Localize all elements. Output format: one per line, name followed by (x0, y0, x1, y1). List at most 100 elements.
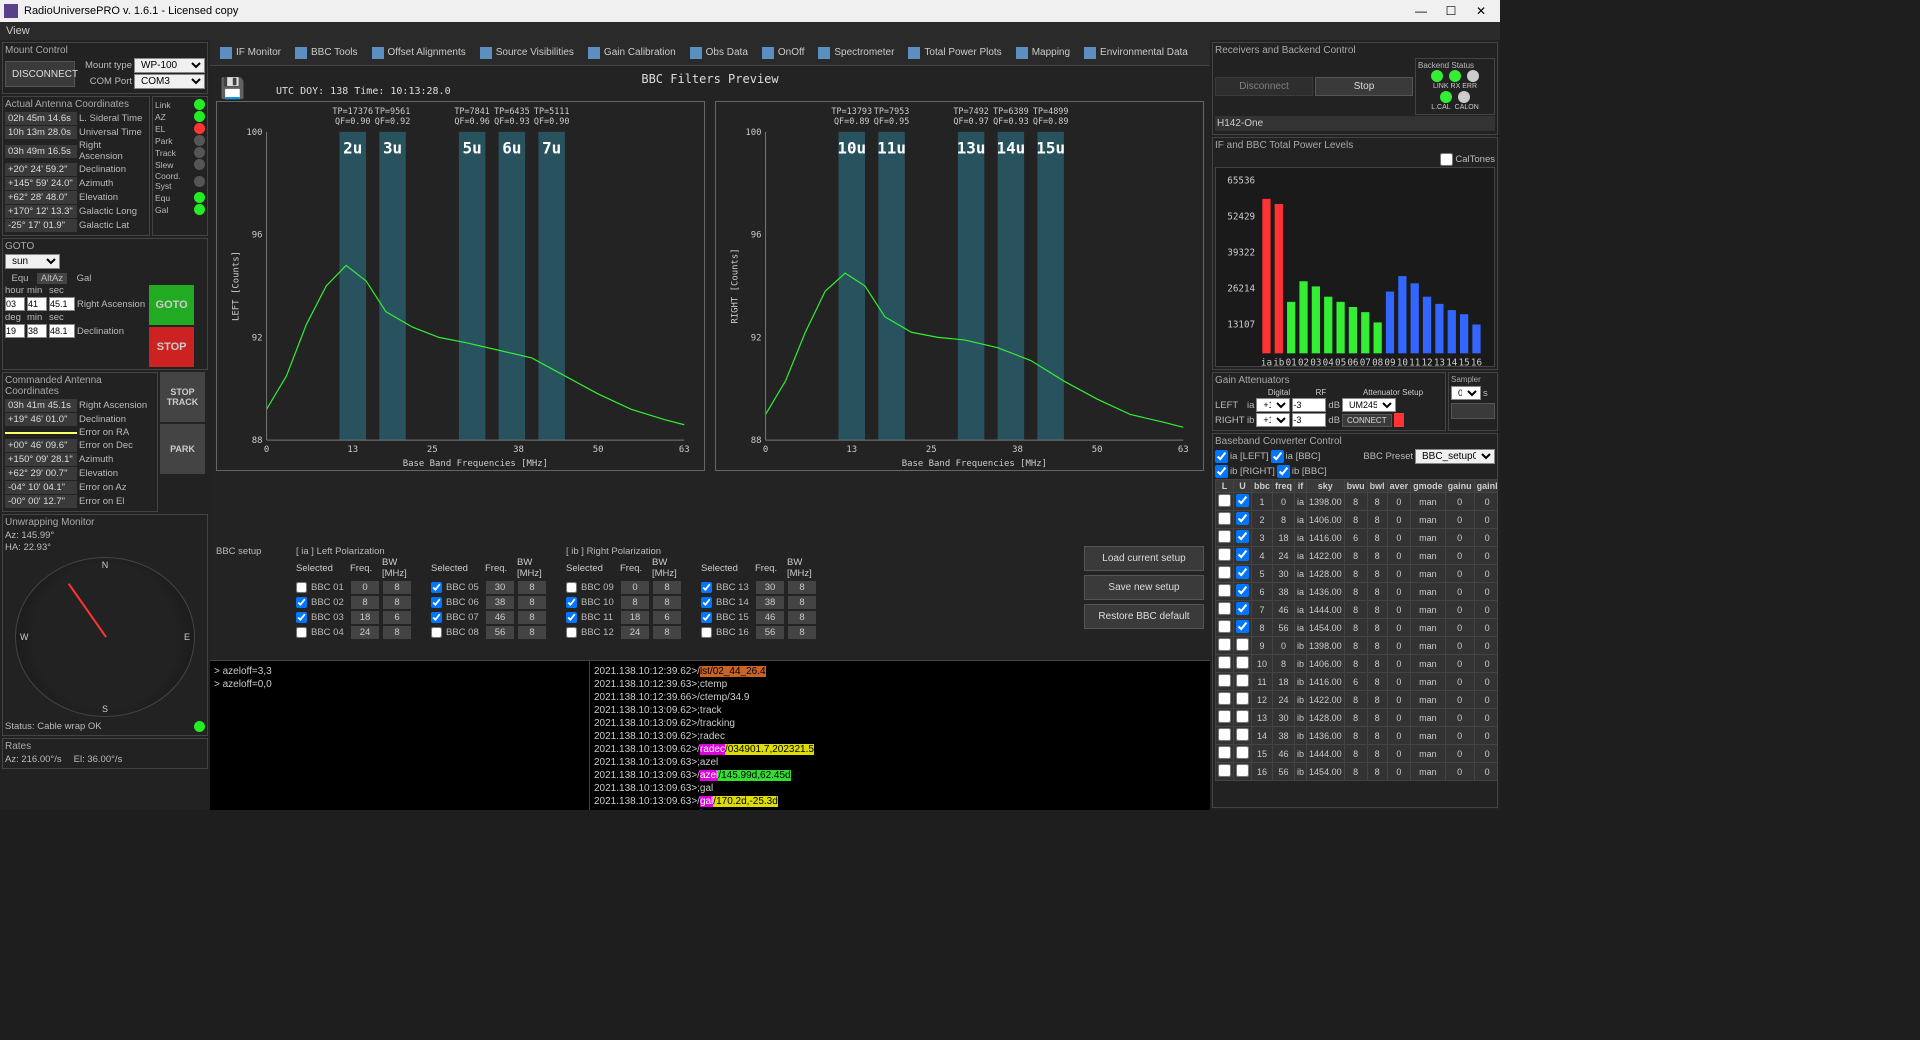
row-u-check[interactable] (1236, 710, 1249, 723)
row-u-check[interactable] (1236, 494, 1249, 507)
bbc-check-BBC 16[interactable] (701, 627, 712, 638)
row-u-check[interactable] (1236, 746, 1249, 759)
row-u-check[interactable] (1236, 512, 1249, 525)
bbc-check-BBC 07[interactable] (431, 612, 442, 623)
bbc-check-BBC 08[interactable] (431, 627, 442, 638)
bbc-check-BBC 02[interactable] (296, 597, 307, 608)
attenuator-select[interactable]: UM245R (1342, 398, 1396, 412)
com-port-select[interactable]: COM3 (134, 74, 205, 89)
save-icon[interactable]: 💾 (220, 76, 245, 101)
stop-button[interactable]: STOP (149, 327, 194, 367)
park-button[interactable]: PARK (160, 424, 205, 474)
tab-equ[interactable]: Equ (5, 273, 35, 284)
row-u-check[interactable] (1236, 602, 1249, 615)
minimize-button[interactable]: — (1406, 4, 1436, 18)
toolbar-obs-data[interactable]: Obs Data (684, 44, 754, 62)
row-l-check[interactable] (1218, 494, 1231, 507)
toolbar-bbc-tools[interactable]: BBC Tools (289, 44, 364, 62)
toolbar-total-power-plots[interactable]: Total Power Plots (902, 44, 1007, 62)
toolbar-onoff[interactable]: OnOff (756, 44, 811, 62)
row-u-check[interactable] (1236, 728, 1249, 741)
row-l-check[interactable] (1218, 710, 1231, 723)
rf-right-input[interactable] (1292, 413, 1326, 427)
row-l-check[interactable] (1218, 584, 1231, 597)
bbc-check-BBC 11[interactable] (566, 612, 577, 623)
row-u-check[interactable] (1236, 638, 1249, 651)
row-u-check[interactable] (1236, 620, 1249, 633)
row-l-check[interactable] (1218, 692, 1231, 705)
bbc-check-BBC 15[interactable] (701, 612, 712, 623)
row-u-check[interactable] (1236, 548, 1249, 561)
goto-button[interactable]: GOTO (149, 285, 194, 325)
ia-left-checkbox[interactable] (1215, 450, 1228, 463)
row-l-check[interactable] (1218, 746, 1231, 759)
bbc-check-BBC 06[interactable] (431, 597, 442, 608)
goto-target-select[interactable]: sun (5, 254, 60, 269)
rx-stop-button[interactable]: Stop (1315, 77, 1413, 96)
row-l-check[interactable] (1218, 728, 1231, 741)
row-l-check[interactable] (1218, 512, 1231, 525)
ib-right-checkbox[interactable] (1215, 465, 1228, 478)
ra-min-input[interactable] (27, 297, 47, 311)
toolbar-source-visibilities[interactable]: Source Visibilities (474, 44, 580, 62)
caltones-checkbox[interactable] (1440, 153, 1453, 166)
dec-sec-input[interactable] (49, 324, 75, 338)
bbc-check-BBC 03[interactable] (296, 612, 307, 623)
bbc-check-BBC 12[interactable] (566, 627, 577, 638)
row-u-check[interactable] (1236, 656, 1249, 669)
row-l-check[interactable] (1218, 674, 1231, 687)
digital-left-select[interactable]: +10 (1256, 398, 1290, 412)
toolbar-mapping[interactable]: Mapping (1010, 44, 1076, 62)
row-u-check[interactable] (1236, 674, 1249, 687)
row-l-check[interactable] (1218, 620, 1231, 633)
rx-disconnect-button[interactable]: Disconnect (1215, 77, 1313, 96)
row-l-check[interactable] (1218, 566, 1231, 579)
save-setup-button[interactable]: Save new setup (1084, 575, 1204, 600)
row-u-check[interactable] (1236, 584, 1249, 597)
load-setup-button[interactable]: Load current setup (1084, 546, 1204, 571)
row-u-check[interactable] (1236, 566, 1249, 579)
toolbar-if-monitor[interactable]: IF Monitor (214, 44, 287, 62)
sampler-select[interactable]: 0.3 (1451, 386, 1481, 400)
bbc-preset-select[interactable]: BBC_setup02 (1415, 449, 1495, 464)
rf-left-input[interactable] (1292, 398, 1326, 412)
bbc-check-BBC 10[interactable] (566, 597, 577, 608)
row-l-check[interactable] (1218, 548, 1231, 561)
sampler-button[interactable] (1451, 403, 1495, 419)
mount-type-select[interactable]: WP-100 (134, 58, 205, 73)
ia-bbc-checkbox[interactable] (1271, 450, 1284, 463)
bbc-check-BBC 09[interactable] (566, 582, 577, 593)
maximize-button[interactable]: ☐ (1436, 4, 1466, 18)
menu-view[interactable]: View (6, 25, 30, 37)
dec-min-input[interactable] (27, 324, 47, 338)
row-l-check[interactable] (1218, 656, 1231, 669)
row-l-check[interactable] (1218, 602, 1231, 615)
bbc-check-BBC 01[interactable] (296, 582, 307, 593)
row-u-check[interactable] (1236, 692, 1249, 705)
bbc-check-BBC 04[interactable] (296, 627, 307, 638)
ra-hour-input[interactable] (5, 297, 25, 311)
tab-altaz[interactable]: AltAz (37, 273, 67, 284)
stop-track-button[interactable]: STOP TRACK (160, 372, 205, 422)
row-l-check[interactable] (1218, 638, 1231, 651)
bbc-check-BBC 13[interactable] (701, 582, 712, 593)
ib-bbc-checkbox[interactable] (1277, 465, 1290, 478)
dec-deg-input[interactable] (5, 324, 25, 338)
row-l-check[interactable] (1218, 530, 1231, 543)
row-l-check[interactable] (1218, 764, 1231, 777)
row-u-check[interactable] (1236, 530, 1249, 543)
ra-sec-input[interactable] (49, 297, 75, 311)
bbc-check-BBC 05[interactable] (431, 582, 442, 593)
row-u-check[interactable] (1236, 764, 1249, 777)
disconnect-button[interactable]: DISCONNECT (5, 61, 75, 87)
console-input[interactable]: > azeloff=3,3> azeloff=0,0 (210, 661, 590, 810)
toolbar-environmental-data[interactable]: Environmental Data (1078, 44, 1194, 62)
digital-right-select[interactable]: +10 (1256, 413, 1290, 427)
close-button[interactable]: ✕ (1466, 4, 1496, 18)
restore-default-button[interactable]: Restore BBC default (1084, 604, 1204, 629)
toolbar-offset-alignments[interactable]: Offset Alignments (366, 44, 472, 62)
connect-att-button[interactable]: CONNECT (1342, 414, 1392, 427)
toolbar-spectrometer[interactable]: Spectrometer (812, 44, 900, 62)
bbc-check-BBC 14[interactable] (701, 597, 712, 608)
tab-gal[interactable]: Gal (69, 273, 99, 284)
